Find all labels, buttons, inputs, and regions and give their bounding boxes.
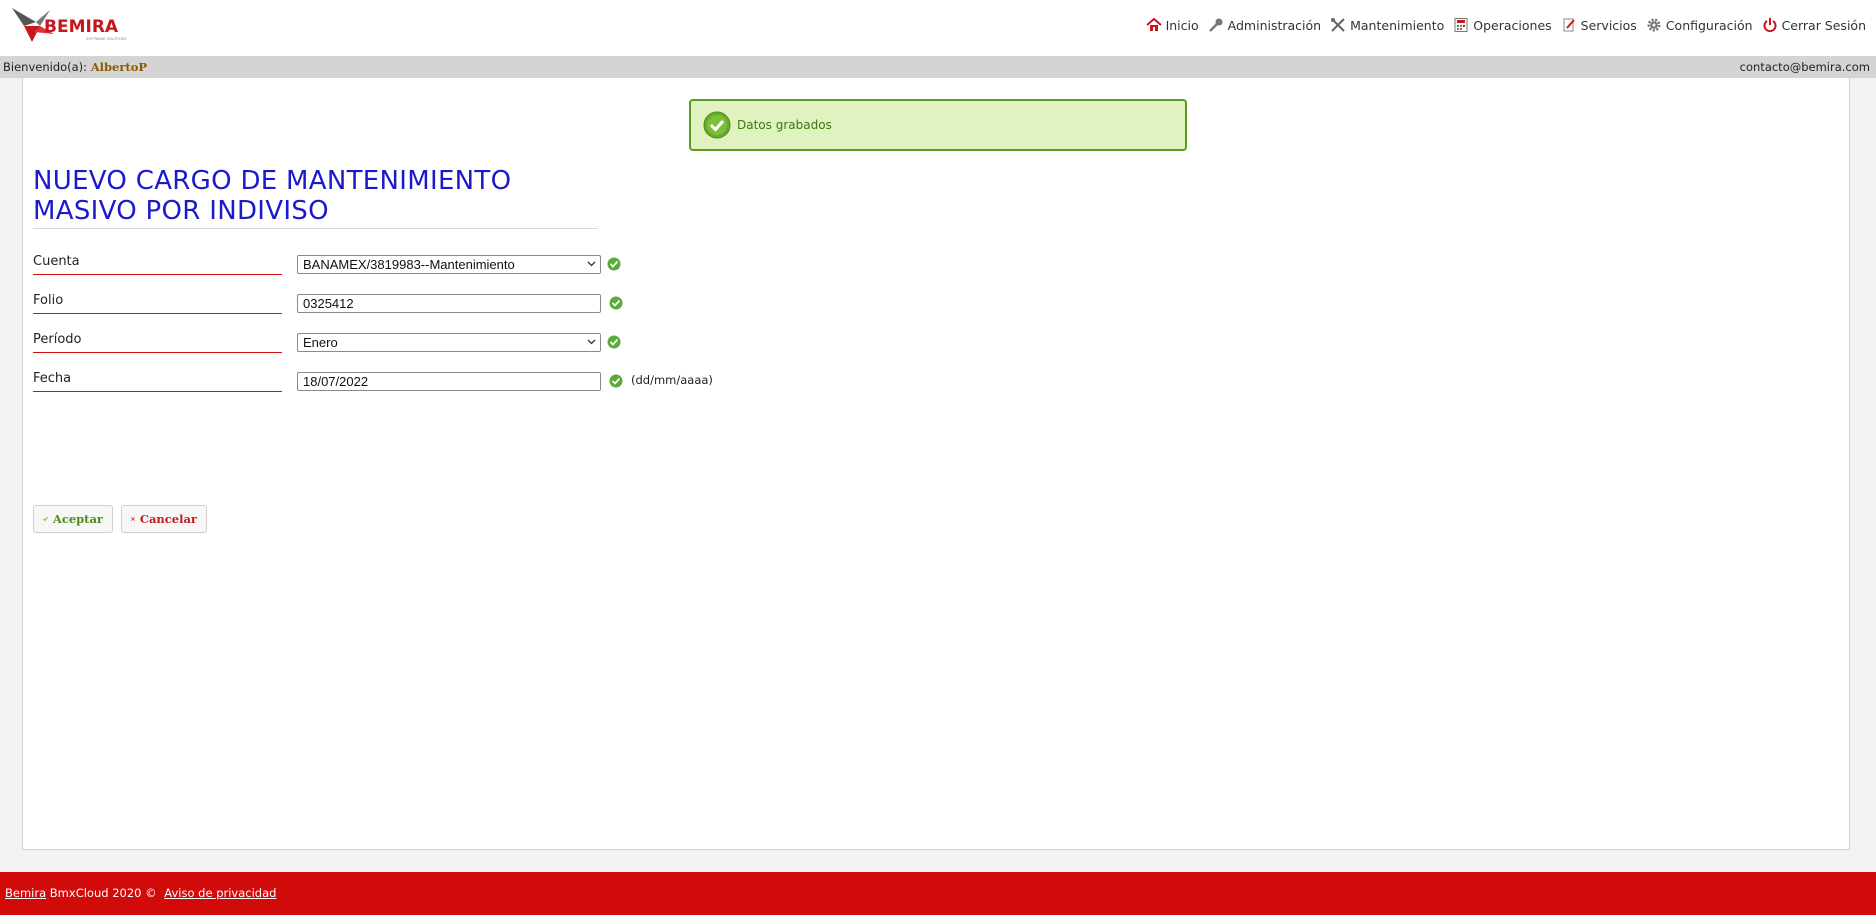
cuenta-label: Cuenta <box>33 254 282 275</box>
username: AlbertoP <box>90 60 148 74</box>
calculator-icon <box>1454 18 1468 32</box>
nav-label: Configuración <box>1665 17 1753 33</box>
privacy-link[interactable]: Aviso de privacidad <box>164 886 276 900</box>
cuenta-select[interactable]: BANAMEX/3819983--Mantenimiento <box>297 255 601 274</box>
valid-check-icon <box>609 296 623 310</box>
svg-text:SOFTWARE SOLUTIONS: SOFTWARE SOLUTIONS <box>86 37 127 41</box>
valid-check-icon <box>607 257 621 271</box>
cancel-button-label: Cancelar <box>139 512 197 526</box>
nav-label: Mantenimiento <box>1350 17 1445 33</box>
close-icon <box>131 517 135 521</box>
cancel-button[interactable]: Cancelar <box>121 505 207 533</box>
folio-label: Folio <box>33 293 282 314</box>
nav-label: Operaciones <box>1473 17 1552 33</box>
folio-input[interactable] <box>297 294 601 313</box>
nav-administracion[interactable]: Administración <box>1208 18 1321 33</box>
nav-cerrar-sesion[interactable]: Cerrar Sesión <box>1762 17 1866 33</box>
date-format-hint: (dd/mm/aaaa) <box>631 373 713 387</box>
fecha-row: Fecha (dd/mm/aaaa) <box>33 371 753 395</box>
footer-brand-link[interactable]: Bemira <box>5 886 46 900</box>
page-title-line-2: MASIVO POR INDIVISO <box>33 196 329 226</box>
checkmark-icon <box>43 516 48 522</box>
nav-label: Inicio <box>1165 17 1199 33</box>
home-icon <box>1145 18 1162 31</box>
nav-servicios[interactable]: Servicios <box>1561 18 1637 33</box>
chevron-down-icon <box>587 339 596 345</box>
nav-configuracion[interactable]: Configuración <box>1646 17 1753 33</box>
nav-label: Servicios <box>1580 17 1637 33</box>
footer-content: Bemira BmxCloud 2020 © Aviso de privacid… <box>5 886 276 900</box>
footer: Bemira BmxCloud 2020 © Aviso de privacid… <box>0 872 1876 915</box>
gear-icon <box>1647 18 1661 32</box>
contact-email: contacto@bemira.com <box>1739 60 1870 74</box>
main-nav: Inicio Administración Mantenimiento Oper… <box>1137 14 1866 36</box>
nav-label: Cerrar Sesión <box>1781 17 1866 33</box>
top-header: BEMIRA SOFTWARE SOLUTIONS Inicio Adminis… <box>0 0 1876 56</box>
main-panel: Datos grabados NUEVO CARGO DE MANTENIMIE… <box>22 78 1850 850</box>
chevron-down-icon <box>587 261 596 267</box>
tools-icon <box>1331 18 1345 32</box>
nav-operaciones[interactable]: Operaciones <box>1453 17 1552 33</box>
svg-text:BEMIRA: BEMIRA <box>44 17 119 37</box>
welcome-prefix: Bienvenido(a): <box>3 60 88 74</box>
key-icon <box>1208 18 1223 32</box>
page-title: NUEVO CARGO DE MANTENIMIENTO MASIVO POR … <box>33 166 598 229</box>
welcome-message: Bienvenido(a): AlbertoP <box>3 56 147 78</box>
fecha-input[interactable] <box>297 372 601 391</box>
nav-label: Administración <box>1227 17 1322 33</box>
nav-inicio[interactable]: Inicio <box>1145 17 1199 33</box>
check-circle-icon <box>703 111 731 139</box>
accept-button[interactable]: Aceptar <box>33 505 113 533</box>
power-icon <box>1763 18 1777 33</box>
bemira-logo[interactable]: BEMIRA SOFTWARE SOLUTIONS <box>10 4 140 44</box>
success-message: Datos grabados <box>689 99 1187 151</box>
periodo-selected-value: Enero <box>303 335 338 350</box>
valid-check-icon <box>609 374 623 388</box>
periodo-select[interactable]: Enero <box>297 333 601 352</box>
success-text: Datos grabados <box>737 118 832 132</box>
periodo-label: Período <box>33 332 282 353</box>
accept-button-label: Aceptar <box>52 512 103 526</box>
welcome-bar: Bienvenido(a): AlbertoP contacto@bemira.… <box>0 56 1876 78</box>
page-title-line-1: NUEVO CARGO DE MANTENIMIENTO <box>33 166 512 196</box>
document-edit-icon <box>1563 18 1575 32</box>
nav-mantenimiento[interactable]: Mantenimiento <box>1330 18 1444 33</box>
valid-check-icon <box>607 335 621 349</box>
footer-copyright: BmxCloud 2020 © <box>46 886 161 900</box>
fecha-label: Fecha <box>33 371 282 392</box>
cuenta-selected-value: BANAMEX/3819983--Mantenimiento <box>303 257 515 272</box>
